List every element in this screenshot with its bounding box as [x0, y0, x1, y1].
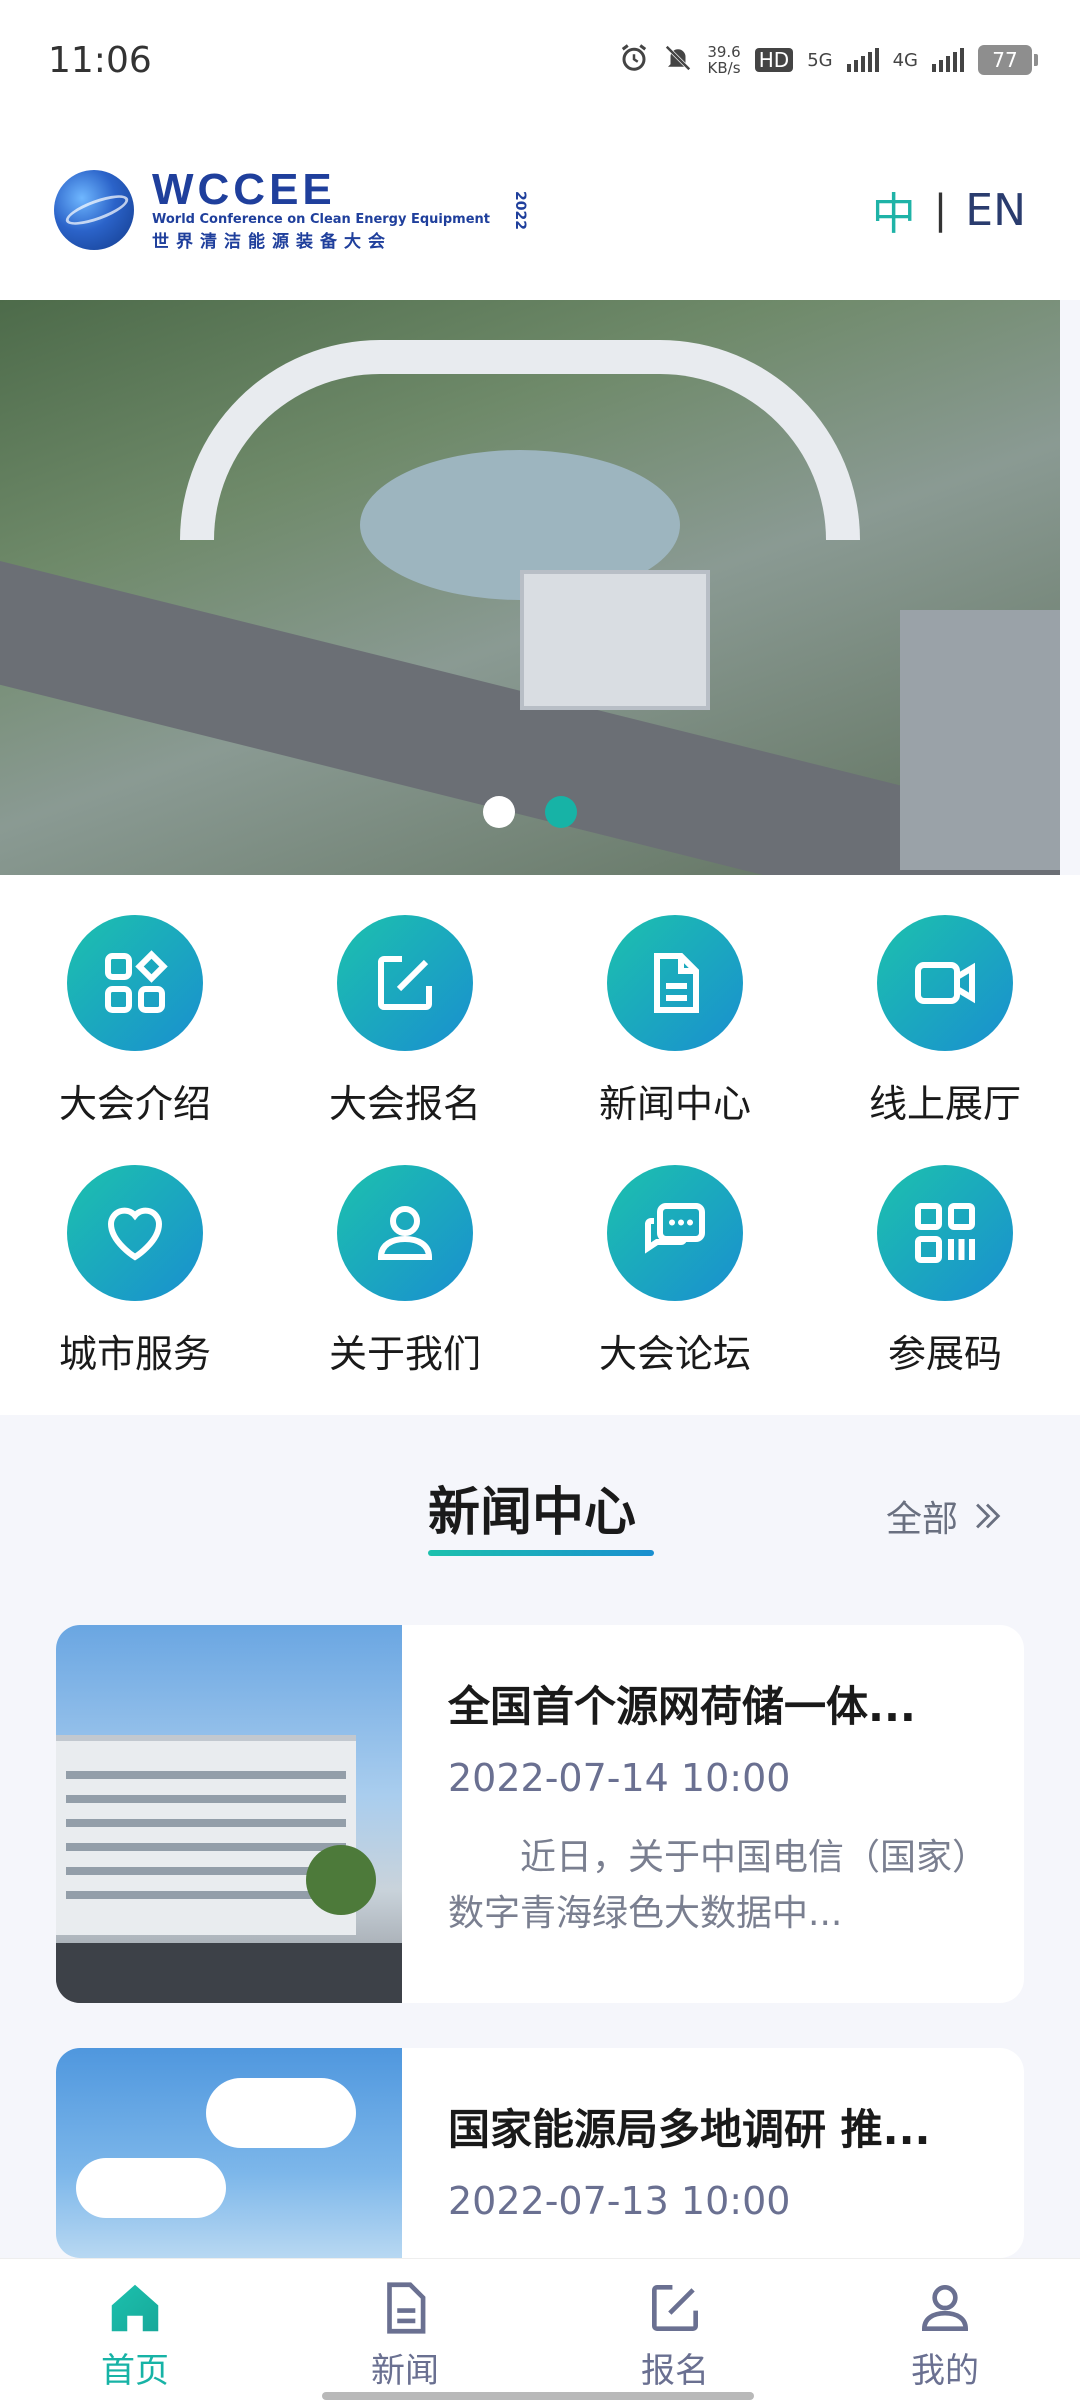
grid-item-city-service[interactable]: 城市服务 — [0, 1165, 270, 1415]
edit-icon — [337, 915, 473, 1051]
tab-label: 报名 — [641, 2351, 709, 2391]
network-4g: 4G — [892, 49, 918, 71]
bottom-tab-bar: 首页 新闻 报名 我的 — [0, 2258, 1080, 2408]
qrcode-icon — [877, 1165, 1013, 1301]
tab-home[interactable]: 首页 — [0, 2259, 270, 2408]
battery-icon: 77 — [978, 45, 1038, 75]
grid-item-intro[interactable]: 大会介绍 — [0, 915, 270, 1165]
tab-label: 我的 — [911, 2351, 979, 2391]
news-card-body: 全国首个源网荷储一体... 2022-07-14 10:00 近日，关于中国电信… — [402, 1625, 1024, 2003]
thumbnail-building — [56, 1735, 356, 1935]
news-card[interactable]: 国家能源局多地调研 推... 2022-07-13 10:00 — [56, 2048, 1024, 2258]
thumbnail-tree — [306, 1845, 376, 1915]
user-icon — [337, 1165, 473, 1301]
news-card-body: 国家能源局多地调研 推... 2022-07-13 10:00 — [402, 2048, 1024, 2258]
app-header: WCCEE World Conference on Clean Energy E… — [0, 120, 1080, 300]
signup-icon — [652, 2285, 698, 2331]
mute-icon — [663, 43, 693, 77]
news-section-header: 新闻中心 全部 — [0, 1460, 1080, 1560]
grid-item-forum[interactable]: 大会论坛 — [540, 1165, 810, 1415]
tab-label: 首页 — [101, 2351, 169, 2391]
news-thumbnail — [56, 1625, 402, 2003]
carousel-indicator — [0, 796, 1060, 828]
grid-item-label: 大会介绍 — [58, 1082, 211, 1126]
profile-icon — [922, 2285, 968, 2331]
news-thumbnail — [56, 2048, 402, 2258]
status-time: 11:06 — [48, 39, 152, 81]
grid-item-label: 参展码 — [887, 1332, 1002, 1376]
news-excerpt: 近日，关于中国电信（国家）数字青海绿色大数据中... — [448, 1837, 971, 1934]
logo-chinese-name: 世界清洁能源装备大会 — [152, 232, 392, 252]
news-headline: 全国首个源网荷储一体... — [448, 1682, 916, 1731]
news-all-label: 全部 — [886, 1499, 959, 1540]
apps-icon — [67, 915, 203, 1051]
logo-english-name: World Conference on Clean Energy Equipme… — [152, 212, 491, 227]
net-speed: 39.6 KB/s — [707, 44, 740, 76]
carousel-dot-2[interactable] — [545, 796, 577, 828]
news-all-link[interactable]: 全部 — [886, 1490, 1004, 1542]
hd-badge: HD — [754, 48, 794, 72]
status-bar: 11:06 39.6 KB/s HD 5G 4G 77 — [0, 0, 1080, 120]
news-date: 2022-07-14 10:00 — [448, 1756, 791, 1800]
grid-item-label: 线上展厅 — [868, 1082, 1021, 1126]
grid-item-label: 大会报名 — [328, 1082, 481, 1126]
news-title-underline — [428, 1550, 654, 1556]
wccee-logo[interactable]: WCCEE World Conference on Clean Energy E… — [54, 168, 528, 252]
network-5g: 5G — [807, 49, 833, 71]
banner-carousel[interactable] — [0, 300, 1060, 875]
grid-item-online-hall[interactable]: 线上展厅 — [810, 915, 1080, 1165]
feature-grid: 大会介绍 大会报名 新闻中心 线上展厅 城市服务 关于我们 大会论坛 参展码 — [0, 875, 1080, 1415]
banner-building-2 — [900, 610, 1060, 870]
news-headline: 国家能源局多地调研 推... — [448, 2105, 931, 2154]
lang-separator: | — [933, 187, 948, 233]
video-icon — [877, 915, 1013, 1051]
tab-news[interactable]: 新闻 — [270, 2259, 540, 2408]
lang-en-button[interactable]: EN — [965, 185, 1026, 236]
news-section-title: 新闻中心 — [428, 1483, 637, 1543]
home-indicator[interactable] — [322, 2392, 754, 2400]
tab-label: 新闻 — [371, 2351, 439, 2391]
banner-building — [520, 570, 710, 710]
banner-venue-roof — [180, 340, 860, 540]
tab-profile[interactable]: 我的 — [810, 2259, 1080, 2408]
grid-item-label: 城市服务 — [58, 1332, 211, 1376]
thumbnail-cloud — [206, 2078, 356, 2148]
signal-icon-2 — [932, 48, 964, 72]
net-speed-unit: KB/s — [707, 59, 741, 77]
status-icons: 39.6 KB/s HD 5G 4G 77 — [619, 43, 1038, 77]
globe-icon — [54, 170, 134, 250]
double-chevron-right-icon — [976, 1503, 1001, 1529]
news-card[interactable]: 全国首个源网荷储一体... 2022-07-14 10:00 近日，关于中国电信… — [56, 1625, 1024, 2003]
lang-zh-button[interactable]: 中 — [872, 178, 916, 242]
alarm-icon — [619, 43, 649, 77]
grid-item-about[interactable]: 关于我们 — [270, 1165, 540, 1415]
news-date: 2022-07-13 10:00 — [448, 2179, 791, 2223]
grid-item-exhibit-code[interactable]: 参展码 — [810, 1165, 1080, 1415]
grid-item-label: 新闻中心 — [598, 1082, 751, 1126]
grid-item-label: 关于我们 — [328, 1332, 481, 1376]
grid-item-news[interactable]: 新闻中心 — [540, 915, 810, 1165]
document-icon — [607, 915, 743, 1051]
grid-item-register[interactable]: 大会报名 — [270, 915, 540, 1165]
chat-icon — [607, 1165, 743, 1301]
grid-item-label: 大会论坛 — [598, 1332, 751, 1376]
logo-wordmark: WCCEE — [152, 165, 336, 214]
logo-text: WCCEE World Conference on Clean Energy E… — [152, 165, 491, 253]
news-icon — [387, 2282, 426, 2334]
signal-icon — [846, 48, 879, 72]
heart-icon — [67, 1165, 203, 1301]
language-switcher: 中 | EN — [872, 178, 1026, 242]
thumbnail-road — [56, 1943, 402, 2003]
thumbnail-cloud — [76, 2158, 226, 2218]
logo-year: 2022 — [512, 190, 529, 230]
carousel-dot-1[interactable] — [483, 796, 515, 828]
tab-signup[interactable]: 报名 — [540, 2259, 810, 2408]
home-icon — [111, 2284, 159, 2332]
